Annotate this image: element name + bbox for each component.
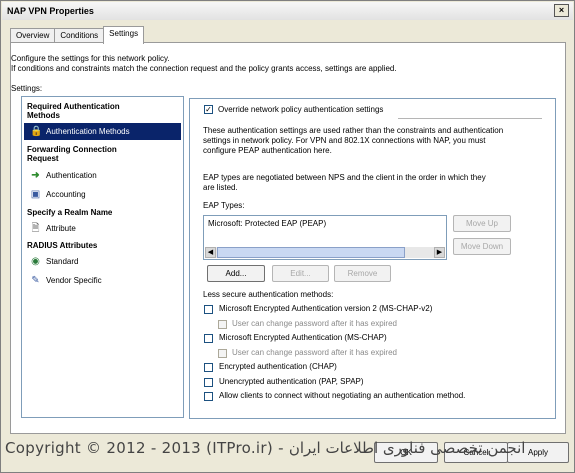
intro-line-1: Configure the settings for this network … (11, 54, 170, 63)
sidebar-item-label: Authentication Methods (46, 127, 130, 136)
add-button[interactable]: Add... (207, 265, 265, 282)
ms-chap-label: Microsoft Encrypted Authentication (MS-C… (219, 333, 387, 342)
override-checkbox[interactable]: ✓ (204, 105, 213, 114)
ms-chap-v2-change-password-checkbox[interactable] (218, 320, 227, 329)
section-specify-realm-name: Specify a Realm Name (27, 208, 112, 217)
group-separator (398, 118, 542, 119)
ms-chap-v2-checkbox[interactable] (204, 305, 213, 314)
allow-no-negotiation-label: Allow clients to connect without negotia… (219, 391, 466, 400)
section-forwarding-connection-request: Forwarding Connection Request (27, 145, 117, 163)
edit-icon: ✎ (31, 275, 40, 286)
scroll-thumb[interactable] (217, 247, 405, 258)
scroll-left-icon[interactable]: ◀ (205, 247, 216, 258)
settings-label: Settings: (11, 84, 43, 93)
section-title-line: Request (27, 154, 59, 163)
arrow-icon: ➜ (31, 170, 40, 181)
section-radius-attributes: RADIUS Attributes (27, 241, 97, 250)
description-line: configure PEAP authentication here. (203, 146, 332, 155)
tab-overview[interactable]: Overview (10, 28, 56, 43)
section-title-line: Required Authentication (27, 102, 120, 111)
document-icon: 🗎 (31, 223, 40, 234)
sidebar-item-label: Vendor Specific (46, 276, 102, 285)
ms-chap-checkbox[interactable] (204, 334, 213, 343)
eap-note: EAP types are negotiated between NPS and… (203, 173, 543, 193)
ms-chap-change-password-checkbox[interactable] (218, 349, 227, 358)
description-line: These authentication settings are used r… (203, 126, 504, 135)
edit-button[interactable]: Edit... (272, 265, 329, 282)
computer-icon: ▣ (30, 189, 41, 200)
properties-dialog: NAP VPN Properties × Overview Conditions… (0, 0, 575, 473)
tab-strip: Overview Conditions Settings (10, 26, 145, 44)
eap-note-line: are listed. (203, 183, 238, 192)
scroll-right-icon[interactable]: ▶ (434, 247, 445, 258)
less-secure-label: Less secure authentication methods: (203, 290, 334, 299)
override-label: Override network policy authentication s… (218, 105, 384, 114)
eap-types-list[interactable]: Microsoft: Protected EAP (PEAP) ◀ ▶ (203, 215, 447, 260)
ms-chap-change-password-label: User can change password after it has ex… (232, 348, 397, 357)
tab-settings[interactable]: Settings (103, 26, 145, 44)
intro-text: Configure the settings for this network … (11, 54, 397, 74)
copyright-watermark: Copyright © 2012 - 2013 (ITPro.ir) - انج… (5, 439, 526, 457)
ms-chap-v2-change-password-label: User can change password after it has ex… (232, 319, 397, 328)
horizontal-scrollbar[interactable]: ◀ ▶ (205, 247, 445, 258)
section-title-line: Forwarding Connection (27, 145, 117, 154)
description-line: settings in network policy. For VPN and … (203, 136, 486, 145)
allow-no-negotiation-checkbox[interactable] (204, 392, 213, 401)
move-up-button[interactable]: Move Up (453, 215, 511, 232)
tab-conditions[interactable]: Conditions (54, 28, 105, 43)
window-title: NAP VPN Properties (7, 6, 94, 16)
title-bar: NAP VPN Properties × (2, 2, 573, 20)
eap-type-item[interactable]: Microsoft: Protected EAP (PEAP) (208, 219, 326, 229)
intro-line-2: If conditions and constraints match the … (11, 64, 397, 73)
pap-spap-label: Unencrypted authentication (PAP, SPAP) (219, 377, 364, 386)
settings-tree: Required Authentication Methods 🔒 Authen… (21, 96, 184, 418)
chap-checkbox[interactable] (204, 363, 213, 372)
section-title-line: Methods (27, 111, 60, 120)
sidebar-item-label: Standard (46, 257, 79, 266)
sidebar-item-attribute[interactable]: 🗎 Attribute (24, 220, 181, 237)
sidebar-item-label: Attribute (46, 224, 76, 233)
section-required-authentication-methods: Required Authentication Methods (27, 102, 120, 120)
sidebar-item-label: Accounting (46, 190, 86, 199)
eap-types-label: EAP Types: (203, 201, 245, 210)
sidebar-item-authentication[interactable]: ➜ Authentication (24, 167, 181, 184)
section-title-line: RADIUS Attributes (27, 241, 98, 250)
move-down-button[interactable]: Move Down (453, 238, 511, 255)
sidebar-item-accounting[interactable]: ▣ Accounting (24, 186, 181, 203)
chap-label: Encrypted authentication (CHAP) (219, 362, 337, 371)
section-title-line: Specify a Realm Name (27, 208, 113, 217)
globe-icon: ◉ (31, 256, 40, 267)
sidebar-item-vendor-specific[interactable]: ✎ Vendor Specific (24, 272, 181, 289)
sidebar-item-authentication-methods[interactable]: 🔒 Authentication Methods (24, 123, 181, 140)
description-text: These authentication settings are used r… (203, 126, 543, 156)
remove-button[interactable]: Remove (334, 265, 391, 282)
pap-spap-checkbox[interactable] (204, 378, 213, 387)
eap-note-line: EAP types are negotiated between NPS and… (203, 173, 486, 182)
close-button[interactable]: × (554, 4, 569, 17)
sidebar-item-standard[interactable]: ◉ Standard (24, 253, 181, 270)
ms-chap-v2-label: Microsoft Encrypted Authentication versi… (219, 304, 433, 313)
sidebar-item-label: Authentication (46, 171, 97, 180)
lock-icon: 🔒 (30, 126, 43, 137)
authentication-methods-pane: ✓ Override network policy authentication… (189, 98, 556, 419)
